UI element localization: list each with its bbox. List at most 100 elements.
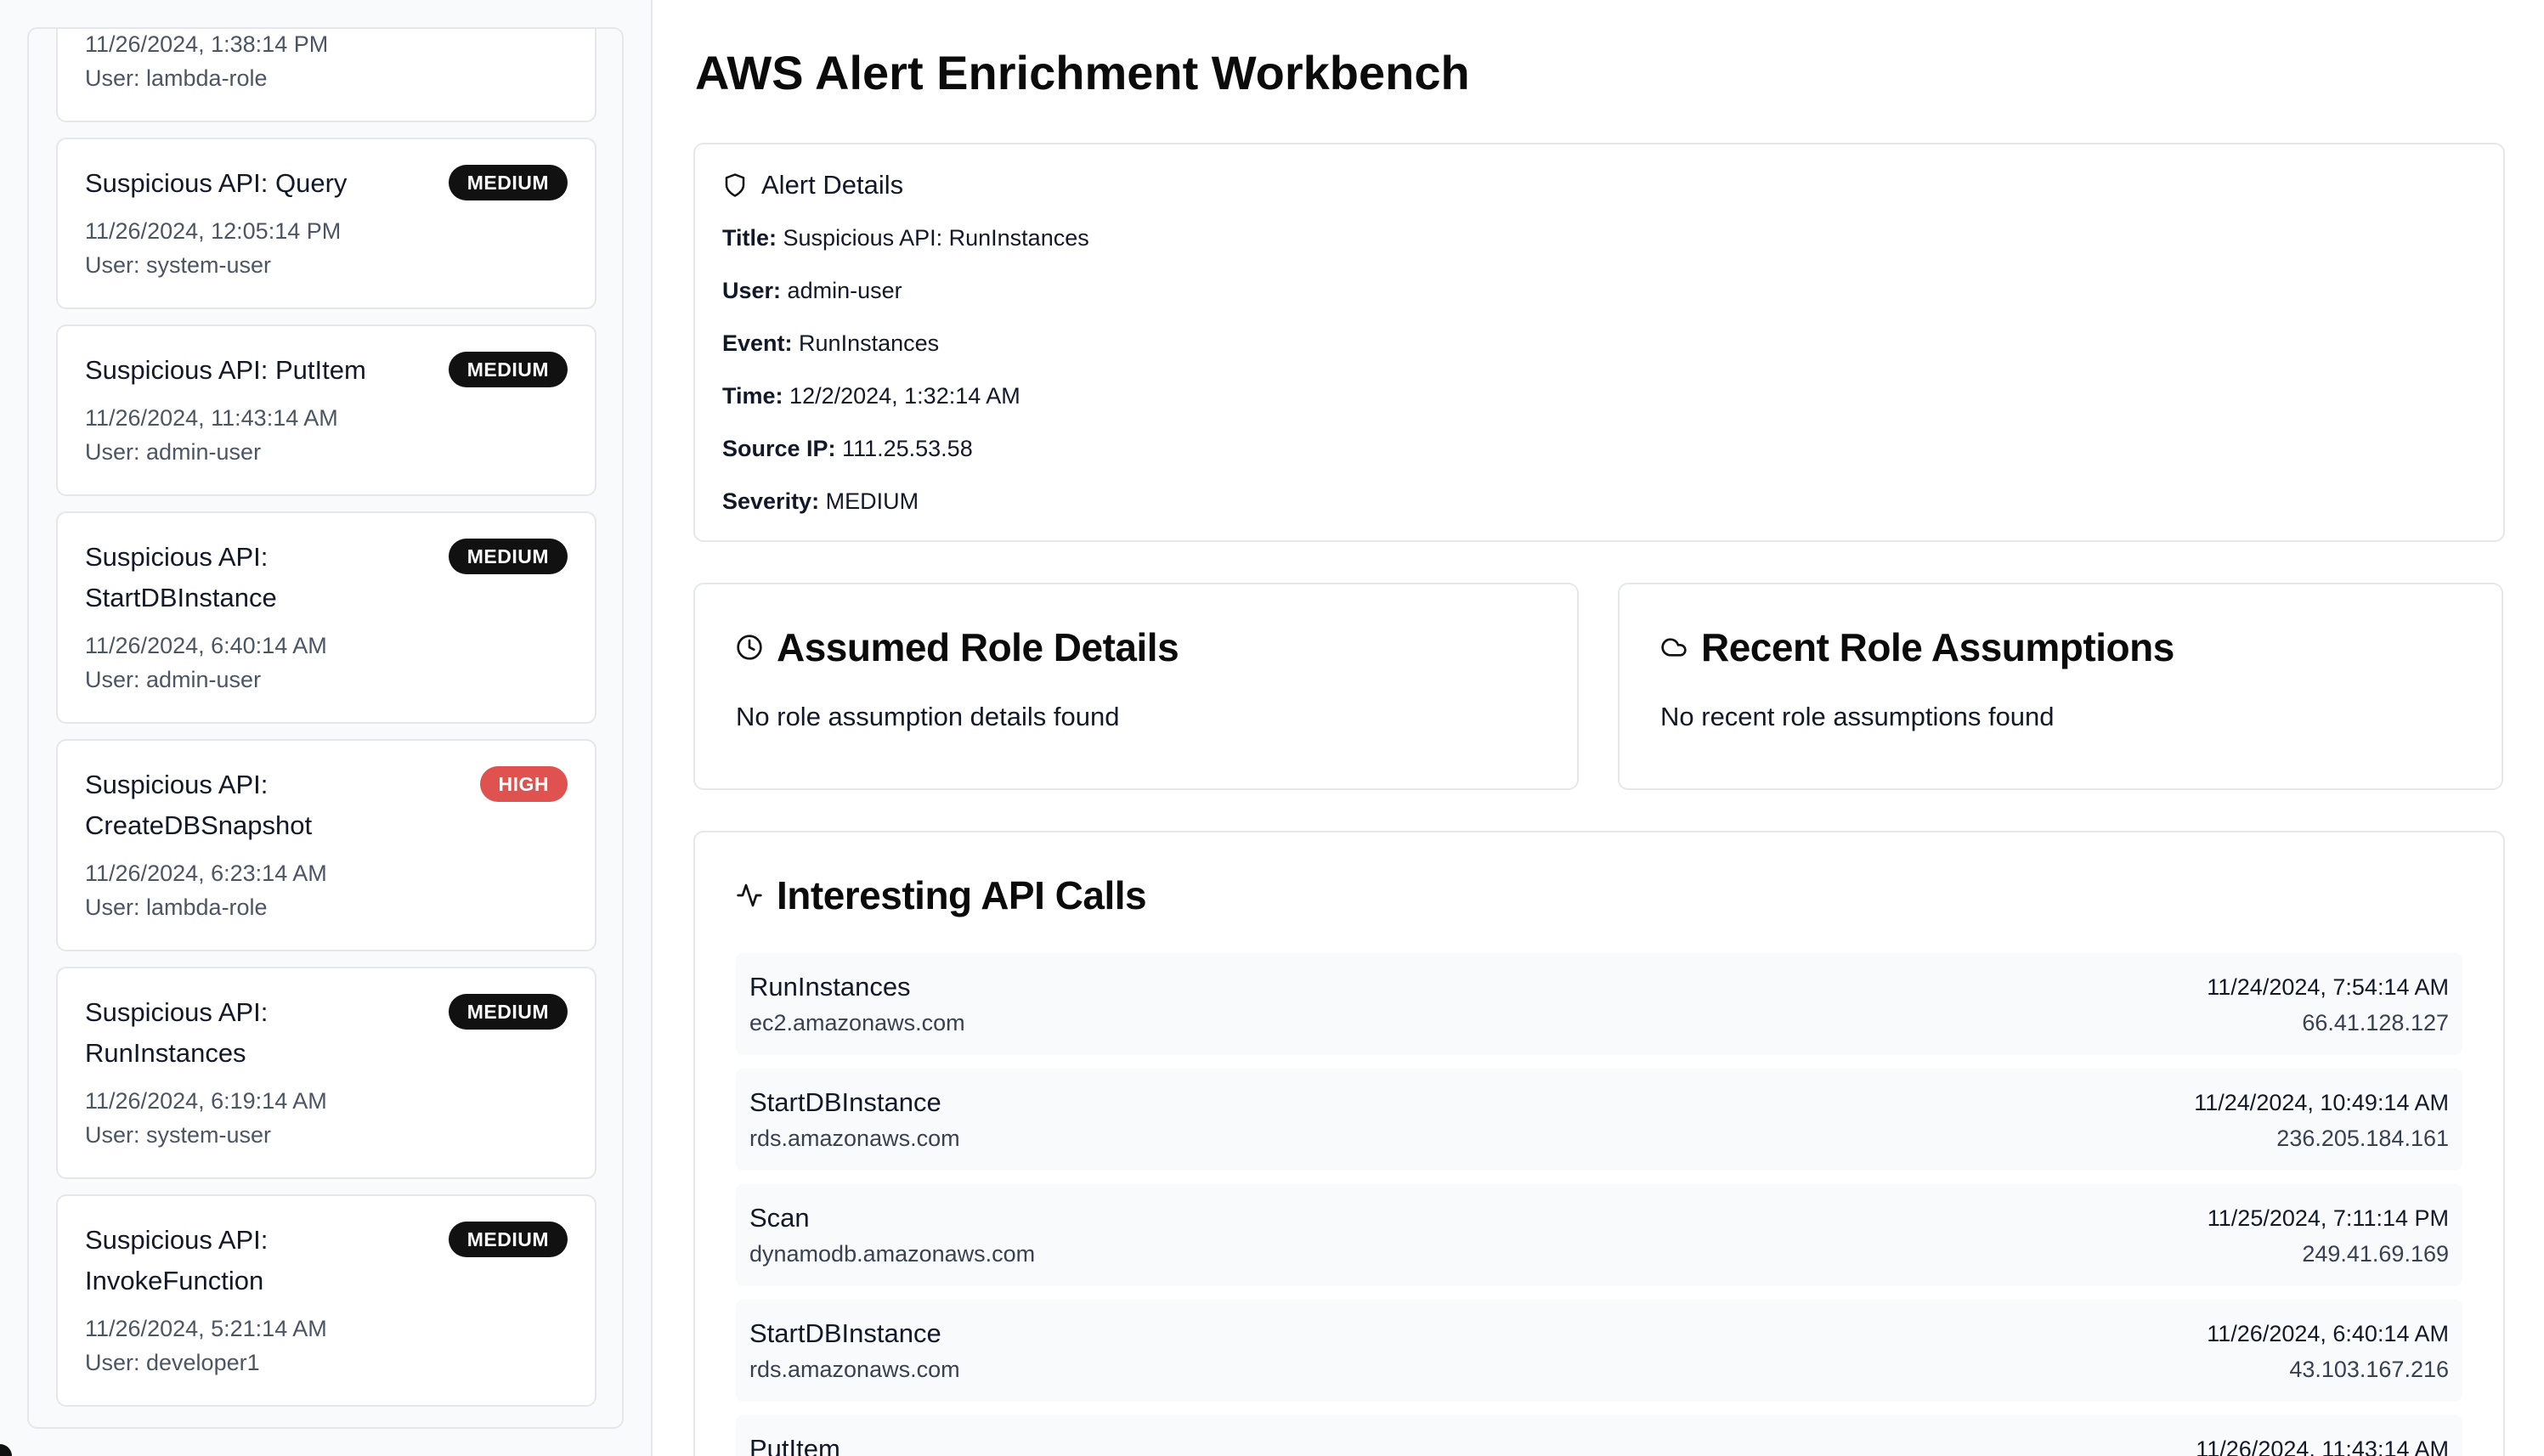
api-call-time: 11/26/2024, 6:40:14 AM [2207,1321,2449,1346]
severity-badge: MEDIUM [448,352,568,387]
detail-value: Suspicious API: RunInstances [783,225,1089,251]
api-call-row[interactable]: StartDBInstance rds.amazonaws.com 11/26/… [736,1300,2462,1402]
detail-key: Event: [722,330,793,356]
api-call-meta: 11/24/2024, 7:54:14 AM 66.41.128.127 [2207,968,2449,1040]
api-call-source: ec2.amazonaws.com [749,1010,965,1036]
recent-roles-empty: No recent role assumptions found [1660,702,2055,731]
alert-list-panel[interactable]: 11/26/2024, 1:38:14 PM User: lambda-role… [27,27,624,1429]
assumed-role-empty: No role assumption details found [736,702,1120,731]
api-call-row[interactable]: RunInstances ec2.amazonaws.com 11/24/202… [736,953,2462,1055]
alert-card[interactable]: Suspicious API: CreateDBSnapshot HIGH 11… [56,739,596,951]
alert-card[interactable]: Suspicious API: StartDBInstance MEDIUM 1… [56,511,596,724]
api-calls-card: Interesting API Calls RunInstances ec2.a… [693,831,2505,1456]
alert-user: User: system-user [85,252,272,278]
clock-icon [736,634,763,661]
alert-user: User: lambda-role [85,65,268,91]
alert-user: User: admin-user [85,667,262,692]
app-root: 11/26/2024, 1:38:14 PM User: lambda-role… [0,0,2544,1456]
api-call-ip: 43.103.167.216 [2289,1357,2449,1382]
severity-badge: MEDIUM [448,539,568,574]
alert-user: User: system-user [85,1122,272,1148]
alert-title: Suspicious API: PutItem [85,355,366,385]
api-calls-list: RunInstances ec2.amazonaws.com 11/24/202… [736,953,2462,1456]
api-call-ip: 236.205.184.161 [2276,1126,2449,1151]
detail-key: User: [722,278,782,303]
alert-time: 11/26/2024, 1:38:14 PM [85,31,329,57]
alert-user: User: developer1 [85,1350,260,1375]
cloud-icon [1660,634,1688,661]
detail-value: 111.25.53.58 [842,436,973,461]
alert-details-header: Alert Details [722,168,2476,202]
alert-card[interactable]: Suspicious API: Query MEDIUM 11/26/2024,… [56,138,596,309]
recent-roles-heading: Recent Role Assumptions [1660,622,2461,673]
alert-list: 11/26/2024, 1:38:14 PM User: lambda-role… [56,29,596,1422]
alert-time: 11/26/2024, 6:40:14 AM [85,633,327,658]
api-call-meta: 11/26/2024, 6:40:14 AM 43.103.167.216 [2207,1315,2449,1386]
severity-badge: MEDIUM [448,165,568,200]
api-call-name: Scan [749,1203,810,1233]
api-call-name: PutItem [749,1434,840,1456]
detail-severity: Severity: MEDIUM [722,484,2476,518]
alert-user: User: lambda-role [85,894,268,920]
shield-icon [722,172,748,199]
severity-badge: HIGH [479,766,568,802]
alert-title: Suspicious API: RunInstances [85,997,269,1068]
recent-roles-title: Recent Role Assumptions [1701,625,2174,669]
api-call-row[interactable]: Scan dynamodb.amazonaws.com 11/25/2024, … [736,1184,2462,1286]
detail-key: Time: [722,383,783,409]
assumed-role-title: Assumed Role Details [777,625,1179,669]
detail-value: MEDIUM [825,488,919,514]
api-call-time: 11/25/2024, 7:11:14 PM [2207,1205,2449,1231]
detail-key: Severity: [722,488,820,514]
api-call-time: 11/26/2024, 11:43:14 AM [2196,1436,2449,1456]
detail-title: Title: Suspicious API: RunInstances [722,221,2476,255]
activity-icon [736,882,763,909]
api-call-time: 11/24/2024, 10:49:14 AM [2194,1090,2449,1115]
api-calls-title: Interesting API Calls [777,873,1147,917]
api-call-row[interactable]: StartDBInstance rds.amazonaws.com 11/24/… [736,1069,2462,1171]
detail-value: RunInstances [799,330,940,356]
alert-time: 11/26/2024, 5:21:14 AM [85,1316,327,1341]
alert-title: Suspicious API: Query [85,168,348,198]
alert-title: Suspicious API: InvokeFunction [85,1225,269,1295]
api-call-time: 11/24/2024, 7:54:14 AM [2207,974,2449,1000]
api-call-meta: 11/26/2024, 11:43:14 AM [2196,1431,2449,1456]
page-title: AWS Alert Enrichment Workbench [695,46,1470,99]
alert-time: 11/26/2024, 6:19:14 AM [85,1088,327,1114]
alert-details-card: Alert Details Title: Suspicious API: Run… [693,143,2505,542]
detail-event: Event: RunInstances [722,326,2476,360]
alert-sidebar: 11/26/2024, 1:38:14 PM User: lambda-role… [0,0,653,1456]
alert-card[interactable]: Suspicious API: PutItem MEDIUM 11/26/202… [56,324,596,496]
alert-time: 11/26/2024, 6:23:14 AM [85,861,327,886]
api-call-ip: 66.41.128.127 [2302,1010,2449,1036]
detail-key: Source IP: [722,436,836,461]
detail-value: admin-user [787,278,902,303]
recent-roles-card: Recent Role Assumptions No recent role a… [1618,583,2503,790]
assumed-role-heading: Assumed Role Details [736,622,1536,673]
alert-card[interactable]: Suspicious API: RunInstances MEDIUM 11/2… [56,967,596,1179]
severity-badge: MEDIUM [448,1222,568,1257]
alert-card[interactable]: Suspicious API: InvokeFunction MEDIUM 11… [56,1194,596,1407]
detail-time: Time: 12/2/2024, 1:32:14 AM [722,379,2476,413]
api-call-source: rds.amazonaws.com [749,1357,960,1382]
detail-user: User: admin-user [722,274,2476,308]
api-call-name: RunInstances [749,972,911,1002]
api-call-meta: 11/24/2024, 10:49:14 AM 236.205.184.161 [2194,1084,2449,1155]
api-call-ip: 249.41.69.169 [2302,1241,2449,1267]
api-call-meta: 11/25/2024, 7:11:14 PM 249.41.69.169 [2208,1199,2449,1271]
api-call-source: dynamodb.amazonaws.com [749,1241,1036,1267]
main-content: AWS Alert Enrichment Workbench Alert Det… [654,0,2544,1456]
severity-badge: MEDIUM [448,994,568,1030]
detail-value: 12/2/2024, 1:32:14 AM [789,383,1020,409]
alert-user: User: admin-user [85,439,262,465]
alert-time: 11/26/2024, 11:43:14 AM [85,405,338,431]
assumed-role-card: Assumed Role Details No role assumption … [693,583,1579,790]
api-call-name: StartDBInstance [749,1318,941,1348]
alert-title: Suspicious API: StartDBInstance [85,542,277,612]
api-call-row[interactable]: PutItem 11/26/2024, 11:43:14 AM [736,1415,2462,1456]
alert-time: 11/26/2024, 12:05:14 PM [85,218,342,244]
detail-source-ip: Source IP: 111.25.53.58 [722,432,2476,466]
detail-key: Title: [722,225,777,251]
alert-card[interactable]: 11/26/2024, 1:38:14 PM User: lambda-role [56,29,596,122]
api-calls-heading: Interesting API Calls [736,870,2462,921]
